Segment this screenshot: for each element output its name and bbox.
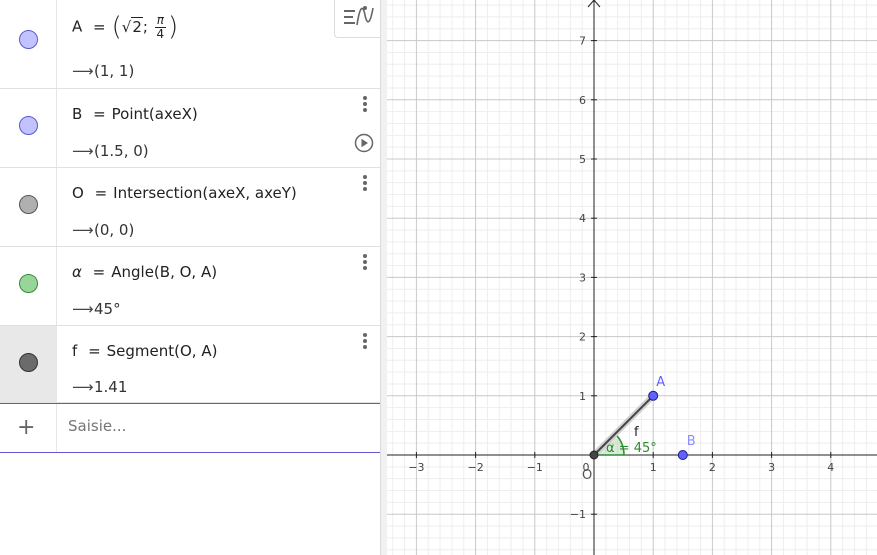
definition-text: Point(axeX) xyxy=(111,105,198,123)
graphics-view[interactable]: −3 −2 −1 0 1 2 3 4 7 6 5 4 3 2 1 −1 f α … xyxy=(387,0,877,555)
output-value: (0, 0) xyxy=(94,221,135,239)
output-alpha: ⟶45° xyxy=(72,300,121,318)
fraction-denominator: 4 xyxy=(156,26,165,41)
x-tick-label: 3 xyxy=(768,461,775,474)
definition-A[interactable]: A = (√2; π 4) xyxy=(72,12,178,42)
output-B: ⟶(1.5, 0) xyxy=(72,142,149,160)
more-vertical-icon[interactable] xyxy=(358,174,372,192)
graphics-canvas[interactable]: −3 −2 −1 0 1 2 3 4 7 6 5 4 3 2 1 −1 f α … xyxy=(387,0,877,555)
definition-text: Angle(B, O, A) xyxy=(111,263,218,281)
output-value: (1.5, 0) xyxy=(94,142,149,160)
y-tick-label: 1 xyxy=(579,390,586,403)
point-O-label: O xyxy=(582,468,592,483)
visibility-toggle-O[interactable] xyxy=(0,168,57,246)
equals-sign: = xyxy=(92,263,106,281)
object-name: α xyxy=(72,263,82,281)
object-name: B xyxy=(72,105,83,123)
output-f: ⟶1.41 xyxy=(72,378,127,396)
y-tick-label: −1 xyxy=(570,508,586,521)
y-tick-label: 7 xyxy=(579,35,586,48)
more-vertical-icon[interactable] xyxy=(358,253,372,271)
algebra-input[interactable] xyxy=(68,417,348,435)
x-tick-label: −2 xyxy=(467,461,483,474)
algebra-item-A[interactable]: A = (√2; π 4) ⟶(1, 1) xyxy=(0,0,380,89)
y-tick-label: 6 xyxy=(579,94,586,107)
equals-sign: = xyxy=(93,17,106,36)
open-paren: ( xyxy=(111,12,122,42)
definition-f[interactable]: f = Segment(O, A) xyxy=(72,342,217,360)
x-tick-label: −3 xyxy=(408,461,424,474)
equals-sign: = xyxy=(94,184,108,202)
y-tick-label: 2 xyxy=(579,331,586,344)
output-arrow-icon: ⟶ xyxy=(72,62,94,80)
visibility-toggle-f[interactable] xyxy=(0,326,57,402)
output-A: ⟶(1, 1) xyxy=(72,62,134,80)
algebra-view-toggle-icon xyxy=(344,6,374,26)
point-O[interactable] xyxy=(589,450,599,460)
output-O: ⟶(0, 0) xyxy=(72,221,134,239)
object-name: f xyxy=(72,342,78,360)
definition-B[interactable]: B = Point(axeX) xyxy=(72,105,198,123)
sqrt-expression: √2 xyxy=(121,16,143,36)
sqrt-argument: 2 xyxy=(131,16,143,36)
add-button[interactable]: + xyxy=(0,404,57,452)
marble-icon[interactable] xyxy=(19,274,38,293)
more-vertical-icon[interactable] xyxy=(358,95,372,113)
object-name: A xyxy=(72,17,83,36)
equals-sign: = xyxy=(93,105,106,123)
point-A-label: A xyxy=(656,375,665,390)
algebra-item-B[interactable]: B = Point(axeX) ⟶(1.5, 0) xyxy=(0,89,380,168)
algebra-view-toggle-button[interactable] xyxy=(334,0,380,38)
x-tick-label: −1 xyxy=(527,461,543,474)
output-arrow-icon: ⟶ xyxy=(72,300,94,318)
y-tick-label: 5 xyxy=(579,153,586,166)
definition-O[interactable]: O = Intersection(axeX, axeY) xyxy=(72,184,297,202)
marble-icon[interactable] xyxy=(19,195,38,214)
x-tick-label: 2 xyxy=(709,461,716,474)
angle-alpha-label: α = 45° xyxy=(606,441,657,456)
fraction: π4 xyxy=(154,12,166,41)
y-tick-label: 3 xyxy=(579,271,586,284)
marble-icon[interactable] xyxy=(19,30,38,49)
x-tick-label: 4 xyxy=(827,461,834,474)
separator: ; xyxy=(142,17,148,36)
object-name: O xyxy=(72,184,84,202)
algebra-item-O[interactable]: O = Intersection(axeX, axeY) ⟶(0, 0) xyxy=(0,168,380,247)
fraction-numerator: π xyxy=(154,12,166,28)
panel-divider[interactable] xyxy=(380,0,387,555)
algebra-item-alpha[interactable]: α = Angle(B, O, A) ⟶45° xyxy=(0,247,380,326)
point-B-label: B xyxy=(687,434,696,449)
algebra-input-row[interactable]: + xyxy=(0,403,380,453)
output-value: 45° xyxy=(94,300,121,318)
point-A[interactable] xyxy=(648,390,659,401)
definition-alpha[interactable]: α = Angle(B, O, A) xyxy=(72,263,217,281)
major-grid xyxy=(387,0,877,555)
definition-text: Segment(O, A) xyxy=(106,342,218,360)
x-tick-labels: −3 −2 −1 0 1 2 3 4 xyxy=(408,461,834,474)
algebra-item-f[interactable]: f = Segment(O, A) ⟶1.41 xyxy=(0,326,380,403)
plus-icon[interactable]: + xyxy=(17,415,35,440)
marble-icon[interactable] xyxy=(19,116,38,135)
output-value: 1.41 xyxy=(94,378,128,396)
segment-f-label: f xyxy=(634,425,639,440)
algebra-view: A = (√2; π 4) ⟶(1, 1) B = Point(axeX) ⟶(1.5… xyxy=(0,0,380,555)
output-value: (1, 1) xyxy=(94,62,135,80)
output-arrow-icon: ⟶ xyxy=(72,378,94,396)
play-icon[interactable] xyxy=(354,133,374,153)
visibility-toggle-B[interactable] xyxy=(0,89,57,167)
output-arrow-icon: ⟶ xyxy=(72,142,94,160)
x-tick-label: 1 xyxy=(650,461,657,474)
visibility-toggle-A[interactable] xyxy=(0,0,57,88)
definition-text: Intersection(axeX, axeY) xyxy=(113,184,297,202)
marble-icon[interactable] xyxy=(19,353,38,372)
output-arrow-icon: ⟶ xyxy=(72,221,94,239)
close-paren: ) xyxy=(167,12,179,42)
more-vertical-icon[interactable] xyxy=(358,332,372,350)
y-tick-label: 4 xyxy=(579,212,586,225)
equals-sign: = xyxy=(88,342,101,360)
point-B[interactable] xyxy=(677,450,688,460)
visibility-toggle-alpha[interactable] xyxy=(0,247,57,325)
